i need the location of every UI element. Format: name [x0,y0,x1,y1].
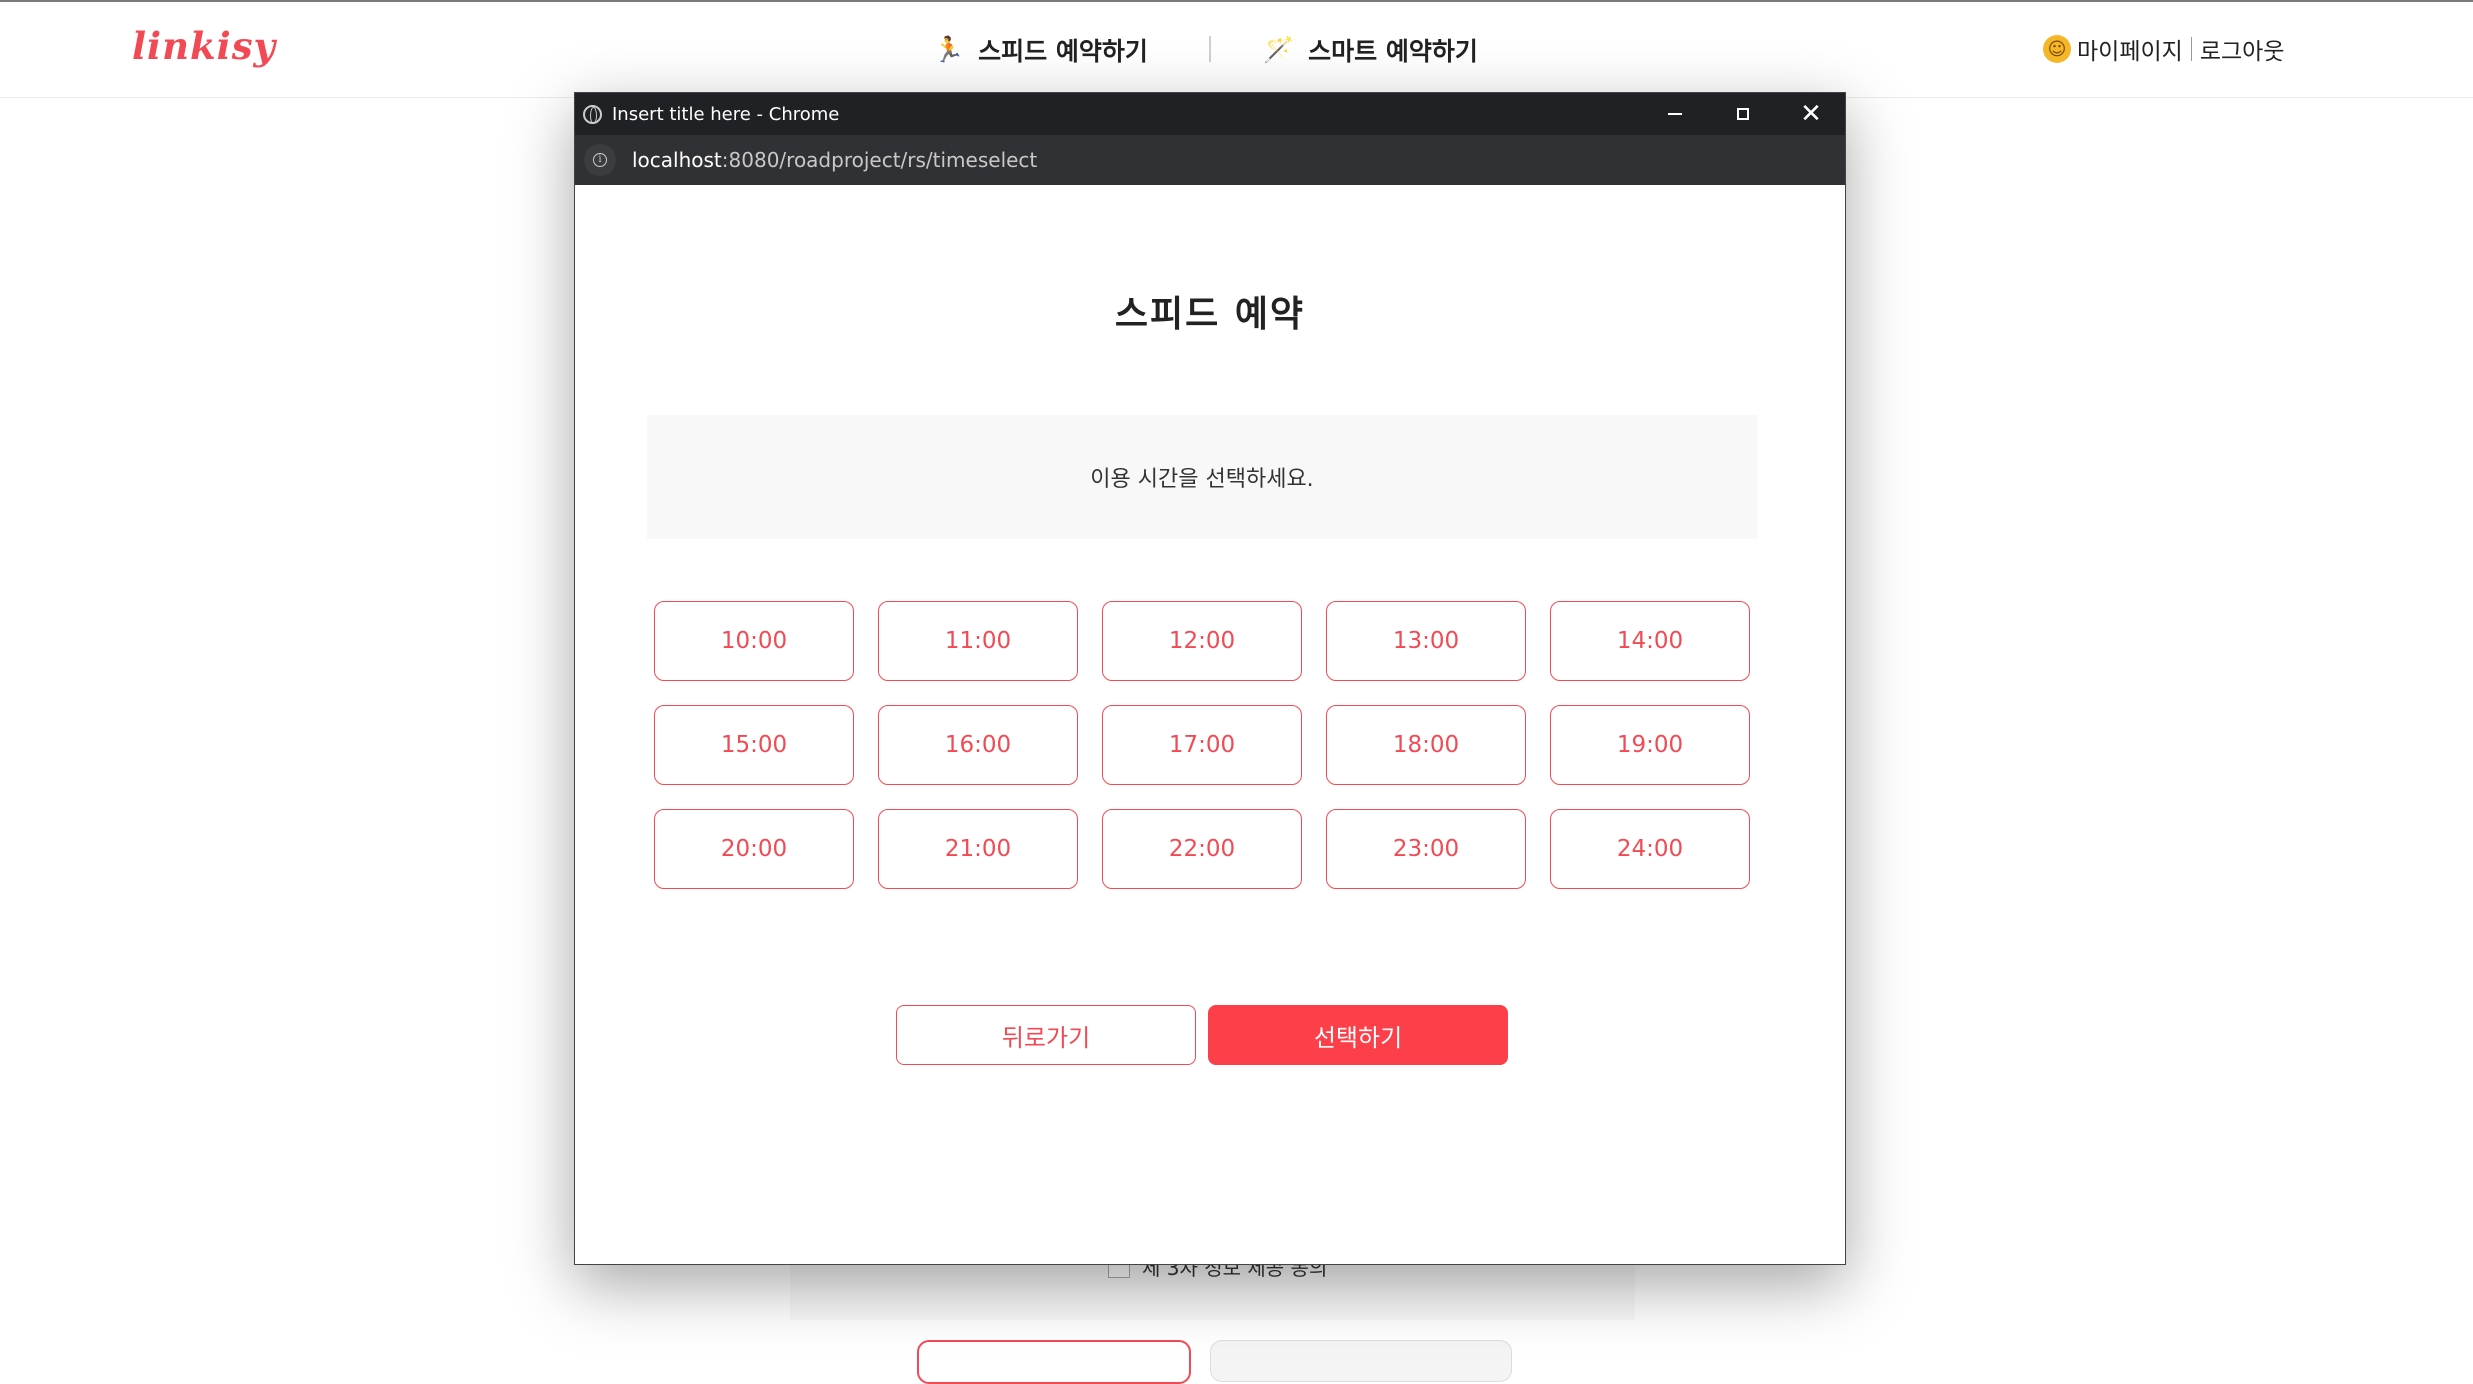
time-slot-button[interactable]: 13:00 [1326,601,1526,681]
nav-smart-reservation[interactable]: 🪄 스마트 예약하기 [1263,32,1478,68]
site-info-icon[interactable]: i [584,144,616,176]
time-slot-button[interactable]: 10:00 [654,601,854,681]
time-slot-grid: 10:00 11:00 12:00 13:00 14:00 15:00 16:0… [654,601,1754,889]
time-slot-button[interactable]: 15:00 [654,705,854,785]
background-button-primary[interactable] [917,1340,1191,1384]
time-slot-button[interactable]: 19:00 [1550,705,1750,785]
time-slot-button[interactable]: 14:00 [1550,601,1750,681]
site-logo[interactable]: linkisy [132,24,276,68]
nav-smart-label: 스마트 예약하기 [1308,37,1478,66]
maximize-button[interactable] [1709,93,1777,135]
window-controls: ✕ [1641,93,1845,135]
page-title: 스피드 예약 [1114,294,1306,335]
time-slot-button[interactable]: 16:00 [878,705,1078,785]
action-buttons: 뒤로가기 선택하기 [896,1005,1508,1065]
time-slot-button[interactable]: 17:00 [1102,705,1302,785]
background-button-secondary[interactable] [1210,1340,1512,1382]
close-button[interactable]: ✕ [1777,93,1845,135]
nav-speed-label: 스피드 예약하기 [978,37,1148,66]
window-titlebar[interactable]: Insert title here - Chrome ✕ [575,93,1845,135]
time-slot-button[interactable]: 23:00 [1326,809,1526,889]
close-icon: ✕ [1800,99,1822,129]
notice-text: 이용 시간을 선택하세요. [1090,467,1314,492]
window-title: Insert title here - Chrome [612,103,840,125]
user-menu: ☺ 마이페이지 로그아웃 [2043,32,2284,66]
minimize-button[interactable] [1641,93,1709,135]
mypage-link[interactable]: 마이페이지 [2077,32,2183,66]
time-slot-button[interactable]: 18:00 [1326,705,1526,785]
globe-icon [583,104,602,124]
running-person-icon: 🏃 [933,35,965,64]
notice-box: 이용 시간을 선택하세요. [647,415,1757,539]
time-slot-button[interactable]: 22:00 [1102,809,1302,889]
select-button[interactable]: 선택하기 [1208,1005,1508,1065]
logout-link[interactable]: 로그아웃 [2200,32,2285,66]
time-slot-button[interactable]: 20:00 [654,809,854,889]
url-path: :8080/roadproject/rs/timeselect [721,148,1038,172]
time-slot-button[interactable]: 12:00 [1102,601,1302,681]
popup-window: Insert title here - Chrome ✕ i localhost… [574,92,1846,1265]
minimize-icon [1668,113,1682,115]
time-slot-button[interactable]: 11:00 [878,601,1078,681]
back-button[interactable]: 뒤로가기 [896,1005,1196,1065]
url-host: localhost [632,148,722,172]
popup-content: 스피드 예약 이용 시간을 선택하세요. 10:00 11:00 12:00 1… [575,185,1845,1264]
maximize-icon [1737,108,1749,120]
site-header: linkisy 🏃 스피드 예약하기 🪄 스마트 예약하기 ☺ 마이페이지 로그… [0,0,2473,98]
nav-speed-reservation[interactable]: 🏃 스피드 예약하기 [933,32,1148,68]
address-bar[interactable]: i localhost:8080/roadproject/rs/timesele… [575,135,1845,185]
time-slot-button[interactable]: 24:00 [1550,809,1750,889]
magic-wand-icon: 🪄 [1263,35,1295,64]
time-slot-button[interactable]: 21:00 [878,809,1078,889]
nav-divider [1209,36,1211,62]
user-menu-divider [2190,37,2192,61]
smile-icon: ☺ [2043,35,2071,63]
